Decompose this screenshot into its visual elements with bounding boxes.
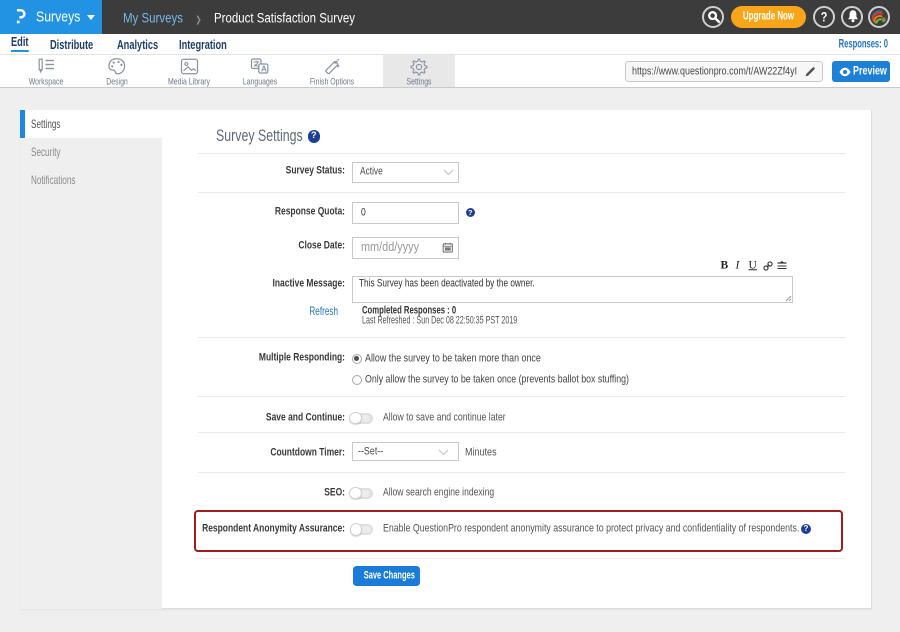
svg-text:A: A (261, 65, 267, 74)
